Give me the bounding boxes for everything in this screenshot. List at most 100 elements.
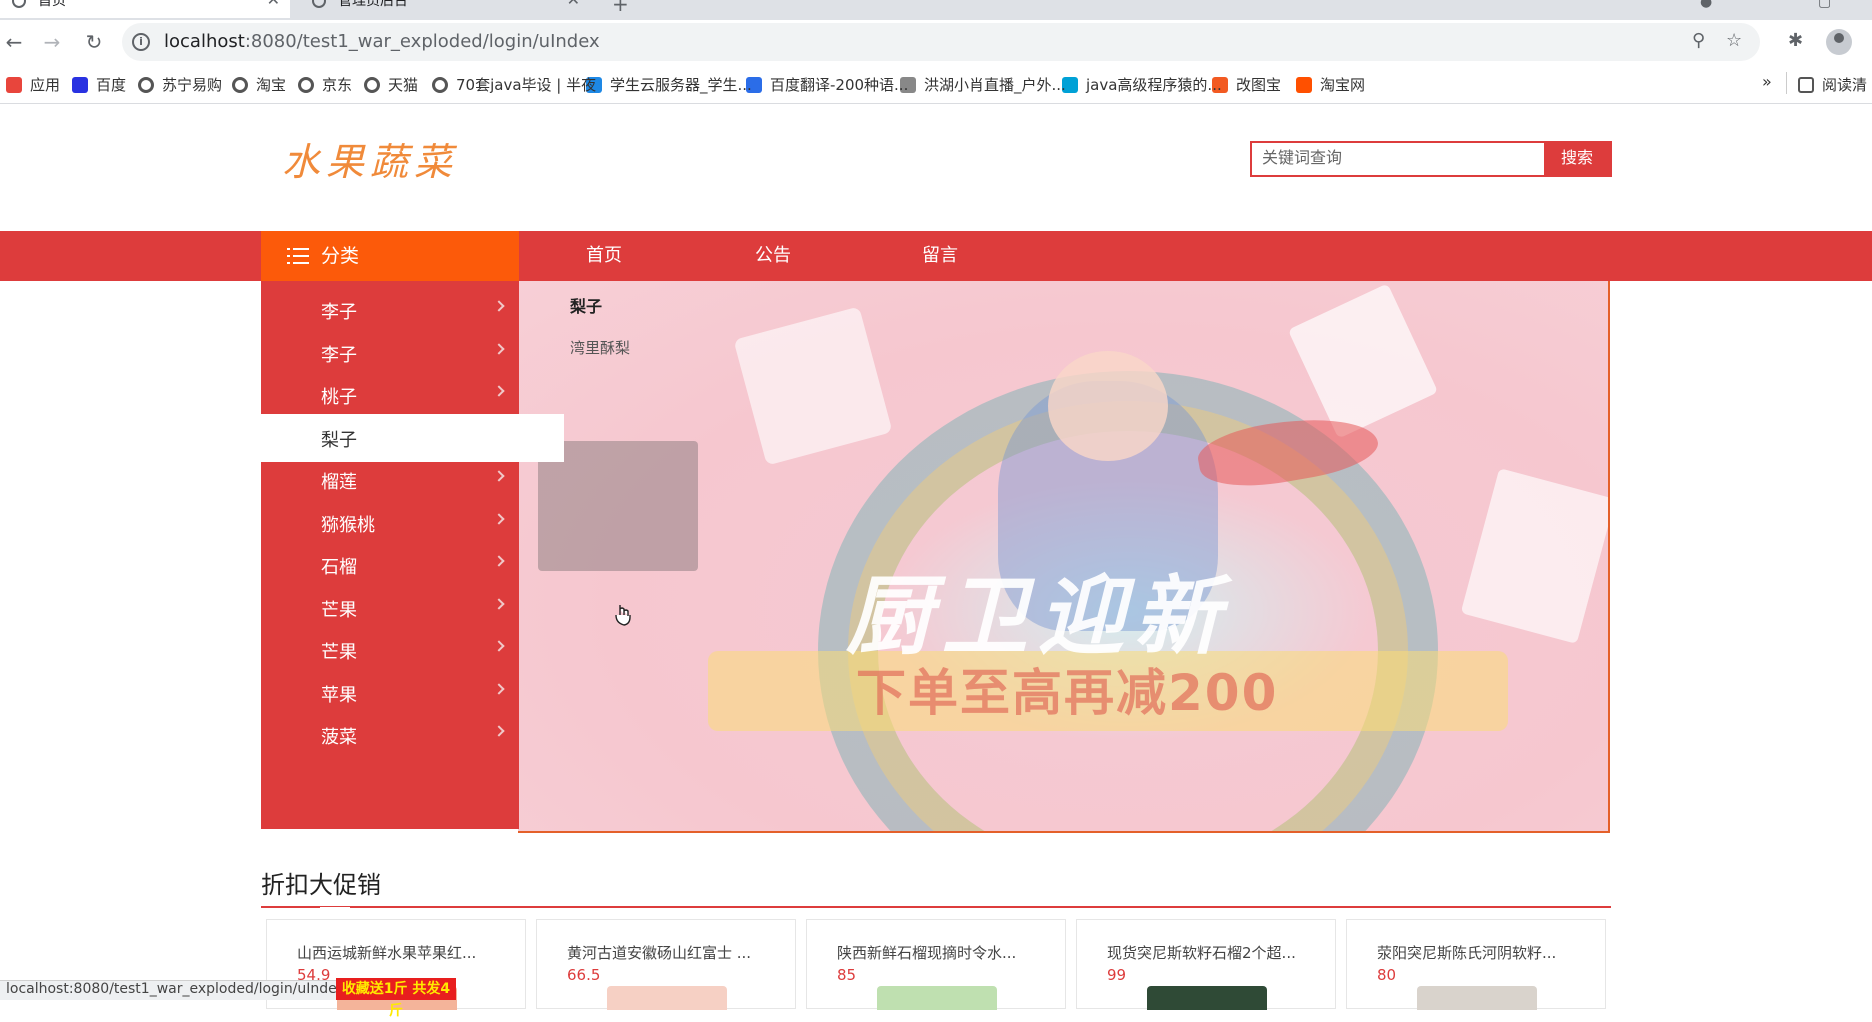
product-image[interactable]	[607, 986, 727, 1010]
nav-notice[interactable]: 公告	[755, 231, 791, 281]
category-label: 分类	[321, 245, 360, 267]
sidebar-category-item[interactable]: 菠菜	[261, 711, 519, 759]
bookmark-item[interactable]: 京东	[298, 74, 352, 95]
bookmark-label: 淘宝	[256, 76, 287, 94]
search-form: 搜索	[1250, 141, 1612, 177]
browser-toolbar: ← → ↻ i localhost:8080/test1_war_explode…	[0, 20, 1872, 64]
info-icon[interactable]: i	[132, 33, 150, 51]
tab-strip: 首页 ✕ 管理员后台 ✕ + ● ▢	[0, 0, 1872, 20]
apps-grid-icon	[6, 76, 22, 93]
reading-list-button[interactable]: 阅读清	[1798, 74, 1867, 95]
sidebar-category-item[interactable]: 石榴	[261, 541, 519, 589]
back-button[interactable]: ←	[0, 28, 28, 56]
promo-tag: 收藏送1斤 共发4斤	[336, 978, 456, 1019]
hand-cursor-icon	[615, 605, 631, 626]
product-name[interactable]: 现货突尼斯软籽石榴2个超...	[1107, 942, 1317, 963]
bookmark-item[interactable]: 淘宝	[232, 74, 286, 95]
product-price: 99	[1107, 966, 1127, 984]
account-icon[interactable]: ●	[1700, 0, 1712, 10]
category-sidebar: 李子 李子 桃子 梨子 榴莲 猕猴桃 石榴 芒果 芒果 苹果 菠菜	[261, 281, 564, 829]
product-name[interactable]: 山西运城新鲜水果苹果红...	[297, 942, 507, 963]
sidebar-category-item[interactable]: 桃子	[261, 371, 519, 419]
url-text[interactable]: localhost:8080/test1_war_exploded/login/…	[164, 31, 600, 52]
globe-icon	[312, 0, 326, 8]
bookmark-item[interactable]: 百度翻译-200种语...	[746, 74, 908, 95]
forward-button[interactable]: →	[38, 28, 66, 56]
bookmark-label: 学生云服务器_学生...	[610, 76, 752, 94]
bookmark-item[interactable]: java高级程序猿的...	[1062, 74, 1222, 95]
product-card[interactable]: 现货突尼斯软籽石榴2个超... 99	[1076, 919, 1336, 1010]
tab-home[interactable]: 首页 ✕	[0, 0, 290, 18]
bookmark-item[interactable]: 百度	[72, 74, 126, 95]
bookmark-label: 天猫	[388, 76, 419, 94]
category-label: 李子	[321, 302, 357, 323]
bookmark-item[interactable]: 苏宁易购	[138, 74, 222, 95]
site-logo[interactable]: 水果蔬菜	[282, 131, 458, 186]
category-label: 菠菜	[321, 727, 357, 748]
chevron-right-icon	[493, 470, 505, 482]
sidebar-category-item[interactable]: 芒果	[261, 584, 519, 632]
reload-button[interactable]: ↻	[80, 28, 108, 56]
globe-icon	[432, 76, 448, 93]
bookmark-label: java高级程序猿的...	[1086, 76, 1222, 94]
product-name[interactable]: 荥阳突尼斯陈氏河阴软籽...	[1377, 942, 1587, 963]
sidebar-category-item[interactable]: 梨子	[261, 413, 564, 462]
bookmark-item[interactable]: 70套java毕设 | 半夜	[432, 74, 596, 95]
close-icon[interactable]: ✕	[267, 0, 280, 9]
submenu-title[interactable]: 梨子	[570, 293, 630, 317]
sidebar-category-item[interactable]: 榴莲	[261, 456, 519, 504]
zoom-icon[interactable]: ⚲	[1692, 30, 1705, 51]
category-label: 猕猴桃	[321, 514, 375, 536]
bookmarks-overflow-button[interactable]: »	[1762, 72, 1772, 91]
product-price: 66.5	[567, 966, 601, 984]
category-submenu: 梨子 湾里酥梨	[570, 293, 630, 358]
product-name[interactable]: 黄河古道安徽砀山红富士 ...	[567, 942, 777, 963]
bookmark-item[interactable]: 改图宝	[1212, 74, 1281, 95]
address-bar[interactable]: i localhost:8080/test1_war_exploded/logi…	[122, 23, 1760, 61]
bookmark-item[interactable]: 天猫	[364, 74, 418, 95]
globe-icon	[232, 76, 248, 93]
restore-icon[interactable]: ▢	[1818, 0, 1831, 10]
bookmark-item[interactable]: 学生云服务器_学生...	[586, 74, 752, 95]
sidebar-category-item[interactable]: 芒果	[261, 626, 519, 674]
extensions-icon[interactable]: ✱	[1788, 30, 1803, 51]
bookmark-item[interactable]: 应用	[6, 74, 60, 95]
chevron-right-icon	[493, 555, 505, 567]
chevron-right-icon	[493, 512, 505, 525]
product-image[interactable]	[1417, 986, 1537, 1010]
product-name[interactable]: 陕西新鲜石榴现摘时令水...	[837, 942, 1047, 963]
profile-avatar[interactable]	[1826, 29, 1852, 55]
sidebar-category-item[interactable]: 李子	[261, 286, 519, 334]
sidebar-category-item[interactable]: 猕猴桃	[261, 499, 519, 547]
chevron-right-icon	[493, 385, 505, 397]
section-divider-mark	[320, 907, 350, 910]
tab-title: 管理员后台	[338, 0, 408, 9]
search-input[interactable]	[1252, 143, 1544, 175]
close-icon[interactable]: ✕	[567, 0, 580, 9]
promo-banner[interactable]: 厨卫迎新 下单至高再减200	[518, 281, 1610, 833]
globe-icon	[12, 0, 26, 8]
tab-admin[interactable]: 管理员后台 ✕	[300, 0, 590, 18]
section-title: 折扣大促销	[261, 871, 381, 899]
submenu-item[interactable]: 湾里酥梨	[570, 337, 630, 358]
bookmark-label: 百度翻译-200种语...	[770, 76, 909, 94]
bookmark-item[interactable]: 洪湖小肖直播_户外...	[900, 74, 1066, 95]
product-card[interactable]: 黄河古道安徽砀山红富士 ... 66.5	[536, 919, 796, 1010]
nav-home[interactable]: 首页	[586, 231, 622, 281]
bookmark-star-icon[interactable]: ☆	[1726, 30, 1742, 51]
bookmark-item[interactable]: 淘宝网	[1296, 74, 1365, 95]
product-card[interactable]: 陕西新鲜石榴现摘时令水... 85	[806, 919, 1066, 1010]
category-menu-button[interactable]: 分类	[261, 231, 519, 281]
sidebar-category-item[interactable]: 苹果	[261, 669, 519, 717]
bookmark-label: 洪湖小肖直播_户外...	[924, 76, 1066, 94]
sidebar-category-item[interactable]: 李子	[261, 329, 519, 377]
product-image[interactable]	[877, 986, 997, 1010]
nav-message[interactable]: 留言	[922, 231, 958, 281]
bookmark-label: 应用	[30, 76, 61, 94]
new-tab-button[interactable]: +	[612, 0, 629, 16]
banner-appliance	[733, 306, 893, 466]
product-card[interactable]: 荥阳突尼斯陈氏河阴软籽... 80	[1346, 919, 1606, 1010]
bookmark-label: 京东	[322, 76, 353, 94]
search-button[interactable]: 搜索	[1544, 143, 1610, 175]
product-image[interactable]	[1147, 986, 1267, 1010]
